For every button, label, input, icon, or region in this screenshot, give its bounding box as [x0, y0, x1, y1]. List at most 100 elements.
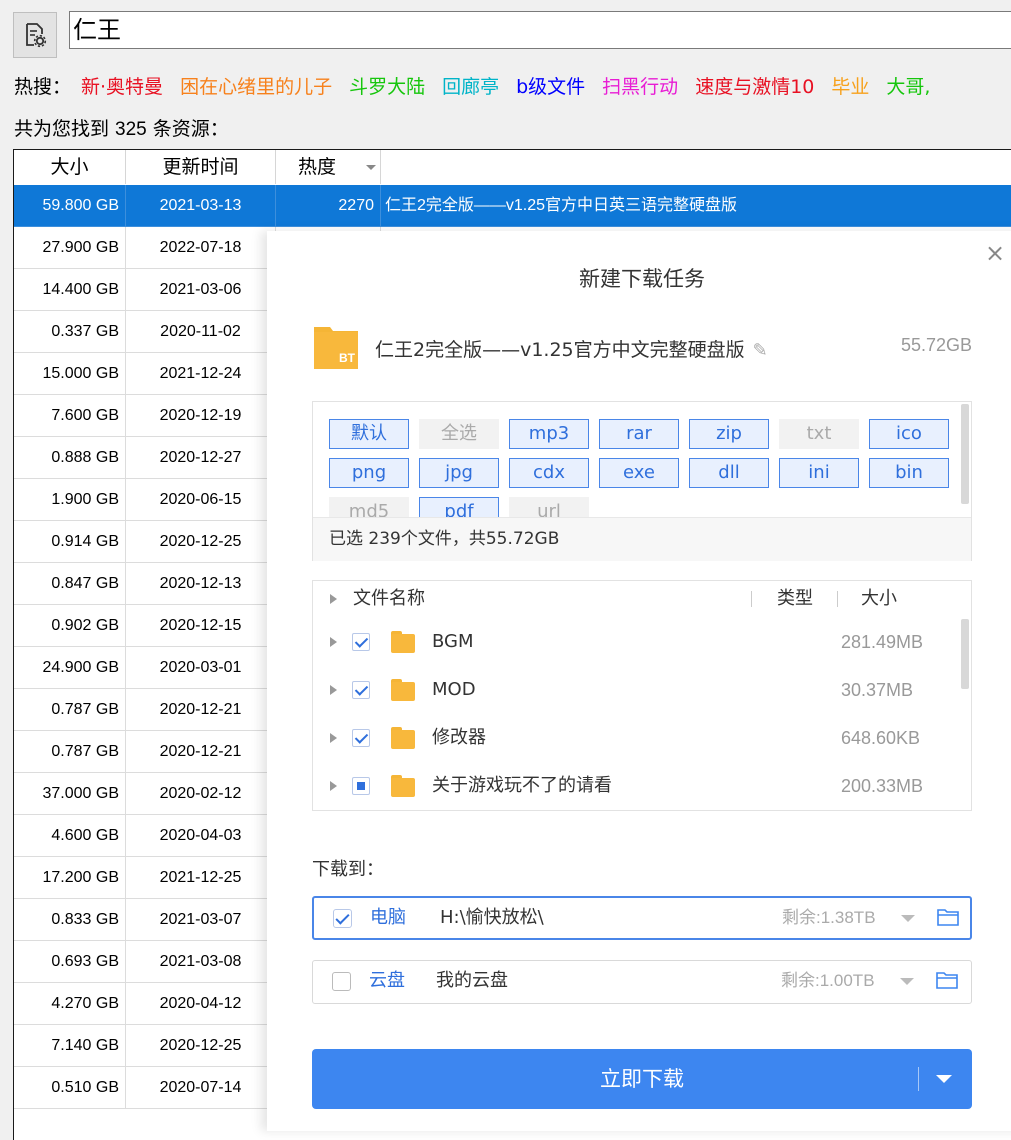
- tree-scrollbar[interactable]: [961, 619, 969, 689]
- cell-size: 0.510 GB: [14, 1067, 126, 1109]
- destination-cloud[interactable]: 云盘 我的云盘 剩余:1.00TB: [312, 960, 972, 1004]
- hot-keyword-link[interactable]: 毕业: [831, 76, 869, 98]
- cell-updated: 2020-04-12: [126, 983, 276, 1025]
- hot-keyword-link[interactable]: 困在心绪里的儿子: [180, 76, 332, 98]
- folder-browse-icon[interactable]: [937, 908, 959, 926]
- expand-icon[interactable]: [330, 637, 337, 647]
- cell-updated: 2021-12-24: [126, 353, 276, 395]
- column-header-heat[interactable]: 热度: [276, 150, 381, 184]
- cell-size: 0.787 GB: [14, 731, 126, 773]
- file-type-chip[interactable]: ini: [779, 458, 859, 488]
- file-type-chip[interactable]: 全选: [419, 419, 499, 449]
- download-now-label: 立即下载: [600, 1067, 684, 1091]
- file-tree-row[interactable]: MOD 30.37MB: [313, 666, 971, 714]
- folder-icon: [391, 727, 415, 749]
- table-row[interactable]: 59.800 GB 2021-03-13 2270 仁王2完全版——v1.25官方中日…: [14, 185, 1011, 227]
- column-header-size[interactable]: 大小: [14, 150, 126, 184]
- cell-size: 15.000 GB: [14, 353, 126, 395]
- file-type-chip[interactable]: ico: [869, 419, 949, 449]
- cell-size: 37.000 GB: [14, 773, 126, 815]
- dialog-title: 新建下载任务: [579, 267, 705, 291]
- hot-keyword-link[interactable]: 回廊亭: [442, 76, 499, 98]
- item-checkbox[interactable]: [352, 633, 370, 651]
- bt-file-icon: BT: [314, 327, 358, 369]
- file-settings-button[interactable]: [13, 12, 57, 58]
- chevron-down-icon[interactable]: [901, 915, 915, 922]
- file-type-chip[interactable]: zip: [689, 419, 769, 449]
- file-tree-row[interactable]: BGM 281.49MB: [313, 618, 971, 666]
- item-checkbox[interactable]: [352, 729, 370, 747]
- button-divider: [918, 1067, 919, 1091]
- cell-size: 7.140 GB: [14, 1025, 126, 1067]
- file-type-chip[interactable]: mp3: [509, 419, 589, 449]
- file-type-chip[interactable]: png: [329, 458, 409, 488]
- cell-updated: 2020-12-25: [126, 1025, 276, 1067]
- file-type-chip[interactable]: cdx: [509, 458, 589, 488]
- expand-icon[interactable]: [330, 733, 337, 743]
- item-size: 648.60KB: [841, 728, 921, 748]
- expand-icon[interactable]: [330, 685, 337, 695]
- type-scrollbar[interactable]: [961, 404, 969, 504]
- cloud-free-space: 剩余:1.00TB: [781, 971, 875, 990]
- hot-keyword-link[interactable]: 斗罗大陆: [349, 76, 425, 98]
- cell-size: 0.693 GB: [14, 941, 126, 983]
- cloud-checkbox[interactable]: [332, 972, 351, 991]
- cell-size: 1.900 GB: [14, 479, 126, 521]
- hot-keyword-link[interactable]: b级文件: [516, 76, 585, 98]
- file-type-chip[interactable]: bin: [869, 458, 949, 488]
- hot-keyword-link[interactable]: 扫黑行动: [602, 76, 678, 98]
- hot-keyword-link[interactable]: 速度与激情10: [695, 76, 814, 98]
- file-tree-header: 文件名称 类型 大小: [313, 581, 971, 617]
- pc-checkbox[interactable]: [333, 909, 352, 928]
- torrent-size: 55.72GB: [901, 335, 973, 355]
- folder-browse-icon[interactable]: [936, 971, 958, 989]
- file-type-chip[interactable]: pdf: [419, 497, 499, 517]
- cell-updated: 2020-12-21: [126, 689, 276, 731]
- item-size: 281.49MB: [841, 632, 924, 652]
- cell-size: 7.600 GB: [14, 395, 126, 437]
- hot-keyword-link[interactable]: 新·奥特曼: [81, 76, 163, 98]
- item-name: BGM: [432, 631, 474, 652]
- expand-all-icon[interactable]: [330, 594, 337, 604]
- cell-name: 仁王2完全版——v1.25官方中日英三语完整硬盘版: [381, 185, 1011, 227]
- cell-updated: 2020-12-21: [126, 731, 276, 773]
- file-type-chip[interactable]: exe: [599, 458, 679, 488]
- file-tree-row[interactable]: 修改器 648.60KB: [313, 714, 971, 762]
- chevron-down-icon[interactable]: [936, 1075, 952, 1083]
- file-tree-row[interactable]: 关于游戏玩不了的请看 200.33MB: [313, 762, 971, 810]
- download-to-label: 下载到：: [312, 859, 384, 880]
- file-type-chip[interactable]: url: [509, 497, 589, 517]
- item-checkbox[interactable]: [352, 681, 370, 699]
- file-type-filter: 默认 全选 mp3 rar zip txt ico png jpg cdx exe dll ini bin…: [312, 401, 972, 561]
- file-type-chip[interactable]: dll: [689, 458, 769, 488]
- folder-icon: [391, 631, 415, 653]
- search-input[interactable]: 仁王: [69, 11, 1011, 49]
- cell-size: 0.914 GB: [14, 521, 126, 563]
- edit-pencil-icon[interactable]: ✎: [753, 340, 768, 361]
- file-type-chip[interactable]: md5: [329, 497, 409, 517]
- item-checkbox[interactable]: [352, 777, 370, 795]
- file-type-chip[interactable]: txt: [779, 419, 859, 449]
- column-file-name: 文件名称: [353, 588, 425, 609]
- expand-icon[interactable]: [330, 781, 337, 791]
- cell-size: 4.270 GB: [14, 983, 126, 1025]
- cell-updated: 2021-12-25: [126, 857, 276, 899]
- hot-keyword-link[interactable]: 大哥,: [886, 76, 930, 98]
- cell-updated: 2020-06-15: [126, 479, 276, 521]
- column-header-updated[interactable]: 更新时间: [126, 150, 276, 184]
- download-now-button[interactable]: 立即下载: [312, 1049, 972, 1109]
- table-header: 大小 更新时间 热度: [14, 150, 1011, 184]
- cell-updated: 2020-12-15: [126, 605, 276, 647]
- folder-icon: [391, 679, 415, 701]
- file-type-chip[interactable]: 默认: [329, 419, 409, 449]
- file-type-chip[interactable]: rar: [599, 419, 679, 449]
- column-divider: [751, 591, 752, 607]
- hot-searches: 热搜： 新·奥特曼 困在心绪里的儿子 斗罗大陆 回廊亭 b级文件 扫黑行动 速度与激情10 毕业…: [14, 72, 947, 99]
- cell-updated: 2020-04-03: [126, 815, 276, 857]
- item-name: 关于游戏玩不了的请看: [432, 775, 612, 796]
- pc-path: H:\愉快放松\: [440, 907, 544, 928]
- chevron-down-icon[interactable]: [900, 978, 914, 985]
- cell-updated: 2020-02-12: [126, 773, 276, 815]
- destination-pc[interactable]: 电脑 H:\愉快放松\ 剩余:1.38TB: [312, 896, 972, 940]
- file-type-chip[interactable]: jpg: [419, 458, 499, 488]
